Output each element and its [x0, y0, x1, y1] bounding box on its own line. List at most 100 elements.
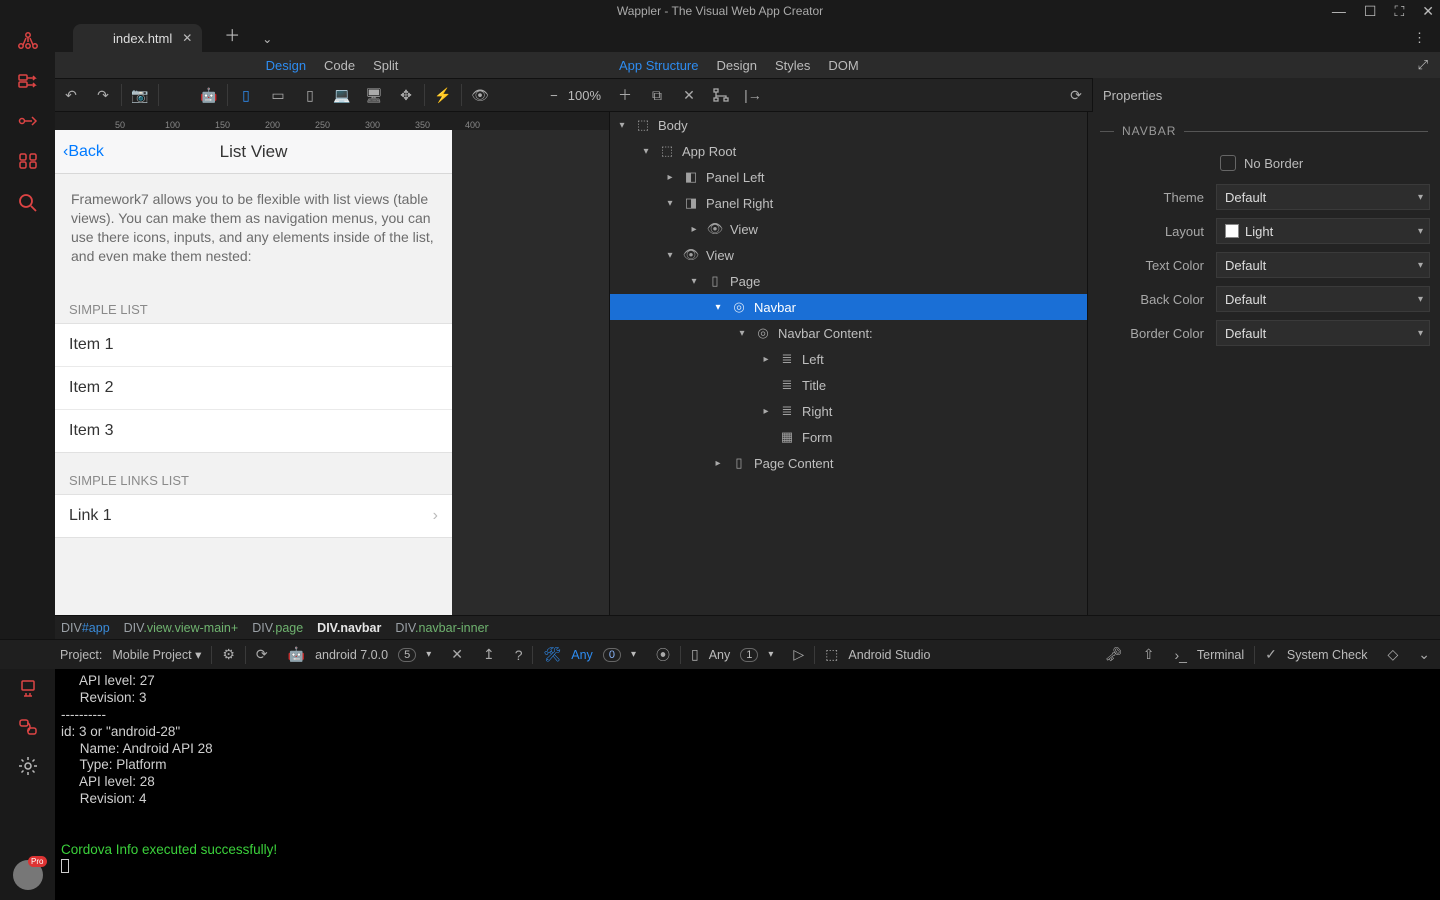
window-maximize-icon[interactable]: ⛶ — [1394, 3, 1404, 20]
run-icon[interactable]: ⦿ — [656, 645, 670, 665]
preview-eye-icon[interactable]: 👁 — [464, 78, 496, 112]
sync-icon[interactable]: ⟳ — [256, 646, 268, 663]
tree-node-view[interactable]: ▸👁View — [610, 216, 1087, 242]
terminal-output[interactable]: API level: 27 Revision: 3 ---------- id:… — [55, 669, 1440, 900]
android-icon[interactable]: 🤖 — [193, 78, 225, 112]
collapse-panel-icon[interactable]: ⤢ — [1418, 57, 1428, 73]
mode-code[interactable]: Code — [324, 58, 355, 73]
device-icon[interactable]: ▯ — [691, 646, 699, 663]
tree-node-navbar[interactable]: ▾◎Navbar — [610, 294, 1087, 320]
list-item[interactable]: Item 2 — [55, 367, 452, 410]
window-restore-icon[interactable]: ☐ — [1364, 3, 1377, 20]
apple-icon[interactable] — [161, 78, 193, 112]
user-avatar[interactable]: Pro — [13, 860, 43, 890]
collapse-terminal-icon[interactable]: ⌄ — [1418, 646, 1430, 663]
tab-dropdown-icon[interactable]: ⌄ — [262, 32, 272, 46]
delete-node-icon[interactable]: ✕ — [673, 78, 705, 112]
redo-icon[interactable]: ↷ — [87, 78, 119, 112]
lock-icon[interactable]: 🗝 — [1105, 646, 1123, 663]
export-node-icon[interactable]: |→ — [737, 78, 769, 112]
project-selector[interactable]: Mobile Project ▾ — [112, 647, 201, 662]
device-phone-icon[interactable]: ▯ — [230, 78, 262, 112]
device-desktop-icon[interactable]: 🖥 — [358, 78, 390, 112]
workflow-icon[interactable] — [17, 32, 39, 50]
android-studio-icon[interactable]: ⬚ — [825, 646, 838, 663]
back-button[interactable]: ‹ Back — [63, 143, 104, 161]
terminal-icon[interactable]: ›_ — [1174, 647, 1186, 663]
settings-gear-icon[interactable] — [17, 755, 39, 777]
tab-index-html[interactable]: index.html ✕ — [73, 24, 202, 52]
crumb-view[interactable]: DIV.view.view-main+ — [124, 621, 239, 635]
tree-node-panel-left[interactable]: ▸◧Panel Left — [610, 164, 1087, 190]
text-color-select[interactable]: Default▾ — [1216, 252, 1430, 278]
tree-node-page[interactable]: ▾▯Page — [610, 268, 1087, 294]
crumb-navbar[interactable]: DIV.navbar — [317, 621, 381, 635]
mode-dom[interactable]: DOM — [828, 58, 858, 73]
link-icon[interactable] — [18, 717, 38, 737]
zoom-out-icon[interactable]: − — [550, 88, 558, 103]
refresh-icon[interactable]: ⟳ — [1060, 78, 1092, 112]
play-icon[interactable]: ▷ — [793, 646, 804, 663]
new-tab-button[interactable]: ＋ — [224, 22, 240, 46]
platform-selector[interactable]: android 7.0.0 — [315, 648, 388, 662]
check-icon[interactable]: ✓ — [1265, 646, 1277, 663]
help-icon[interactable]: ? — [515, 647, 523, 663]
publish-icon[interactable]: ⇧ — [1143, 646, 1155, 663]
add-node-icon[interactable]: ＋ — [609, 78, 641, 112]
layout-tree-icon[interactable] — [705, 78, 737, 112]
tree-node-body[interactable]: ▾⬚Body — [610, 112, 1087, 138]
tree-node-app-root[interactable]: ▾⬚App Root — [610, 138, 1087, 164]
back-color-select[interactable]: Default▾ — [1216, 286, 1430, 312]
no-border-checkbox[interactable] — [1220, 155, 1236, 171]
theme-select[interactable]: Default▾ — [1216, 184, 1430, 210]
device-tablet-landscape-icon[interactable]: ▭ — [262, 78, 294, 112]
list-item[interactable]: Item 1 — [55, 324, 452, 367]
tree-node-form[interactable]: ▦Form — [610, 424, 1087, 450]
system-check-button[interactable]: System Check — [1287, 648, 1368, 662]
tree-node-left[interactable]: ▸≣Left — [610, 346, 1087, 372]
crumb-app[interactable]: DIV#app — [61, 621, 110, 635]
list-item[interactable]: Link 1› — [55, 495, 452, 537]
tree-node-title[interactable]: ≣Title — [610, 372, 1087, 398]
lightning-icon[interactable]: ⚡ — [427, 78, 459, 112]
list-item[interactable]: Item 3 — [55, 410, 452, 452]
mode-styles[interactable]: Styles — [775, 58, 810, 73]
preview-navbar[interactable]: ‹ Back List View — [55, 130, 452, 174]
window-close-icon[interactable]: ✕ — [1422, 3, 1434, 20]
device-move-icon[interactable]: ✥ — [390, 78, 422, 112]
android-target-icon[interactable]: 🤖 — [288, 646, 305, 663]
open-android-studio[interactable]: Android Studio — [848, 648, 930, 662]
border-color-select[interactable]: Default▾ — [1216, 320, 1430, 346]
erase-icon[interactable]: ◇ — [1387, 646, 1398, 663]
mode-design[interactable]: Design — [266, 58, 306, 73]
mode-app-structure[interactable]: App Structure — [619, 58, 699, 73]
any-selector[interactable]: Any — [571, 648, 593, 662]
layout-select[interactable]: Light▾ — [1216, 218, 1430, 244]
tree-node-view[interactable]: ▾👁View — [610, 242, 1087, 268]
crumb-page[interactable]: DIV.page — [252, 621, 303, 635]
project-settings-icon[interactable]: ⚙ — [222, 646, 235, 663]
server-connect-icon[interactable] — [17, 72, 39, 90]
tree-node-navbar-content[interactable]: ▾◎Navbar Content: — [610, 320, 1087, 346]
mode-split[interactable]: Split — [373, 58, 398, 73]
tree-node-panel-right[interactable]: ▾◨Panel Right — [610, 190, 1087, 216]
duplicate-node-icon[interactable]: ⧉ — [641, 78, 673, 112]
undo-icon[interactable]: ↶ — [55, 78, 87, 112]
device-selector[interactable]: Any — [709, 648, 731, 662]
mode-design-panel[interactable]: Design — [717, 58, 757, 73]
assets-icon[interactable] — [17, 152, 39, 170]
terminal-toggle[interactable]: Terminal — [1197, 648, 1244, 662]
tree-node-right[interactable]: ▸≣Right — [610, 398, 1087, 424]
crumb-navbar-inner[interactable]: DIV.navbar-inner — [395, 621, 488, 635]
output-icon[interactable] — [18, 679, 38, 699]
device-tablet-icon[interactable]: ▯ — [294, 78, 326, 112]
tab-overflow-icon[interactable]: ⋮ — [1413, 30, 1426, 46]
search-icon[interactable] — [17, 192, 39, 214]
window-minimize-icon[interactable]: — — [1332, 3, 1346, 20]
upload-icon[interactable]: ↥ — [483, 646, 495, 663]
close-target-icon[interactable]: ✕ — [451, 646, 463, 663]
tree-node-page-content[interactable]: ▸▯Page Content — [610, 450, 1087, 476]
camera-icon[interactable]: 📷 — [124, 78, 156, 112]
tab-close-icon[interactable]: ✕ — [182, 31, 192, 45]
device-laptop-icon[interactable]: 💻 — [326, 78, 358, 112]
